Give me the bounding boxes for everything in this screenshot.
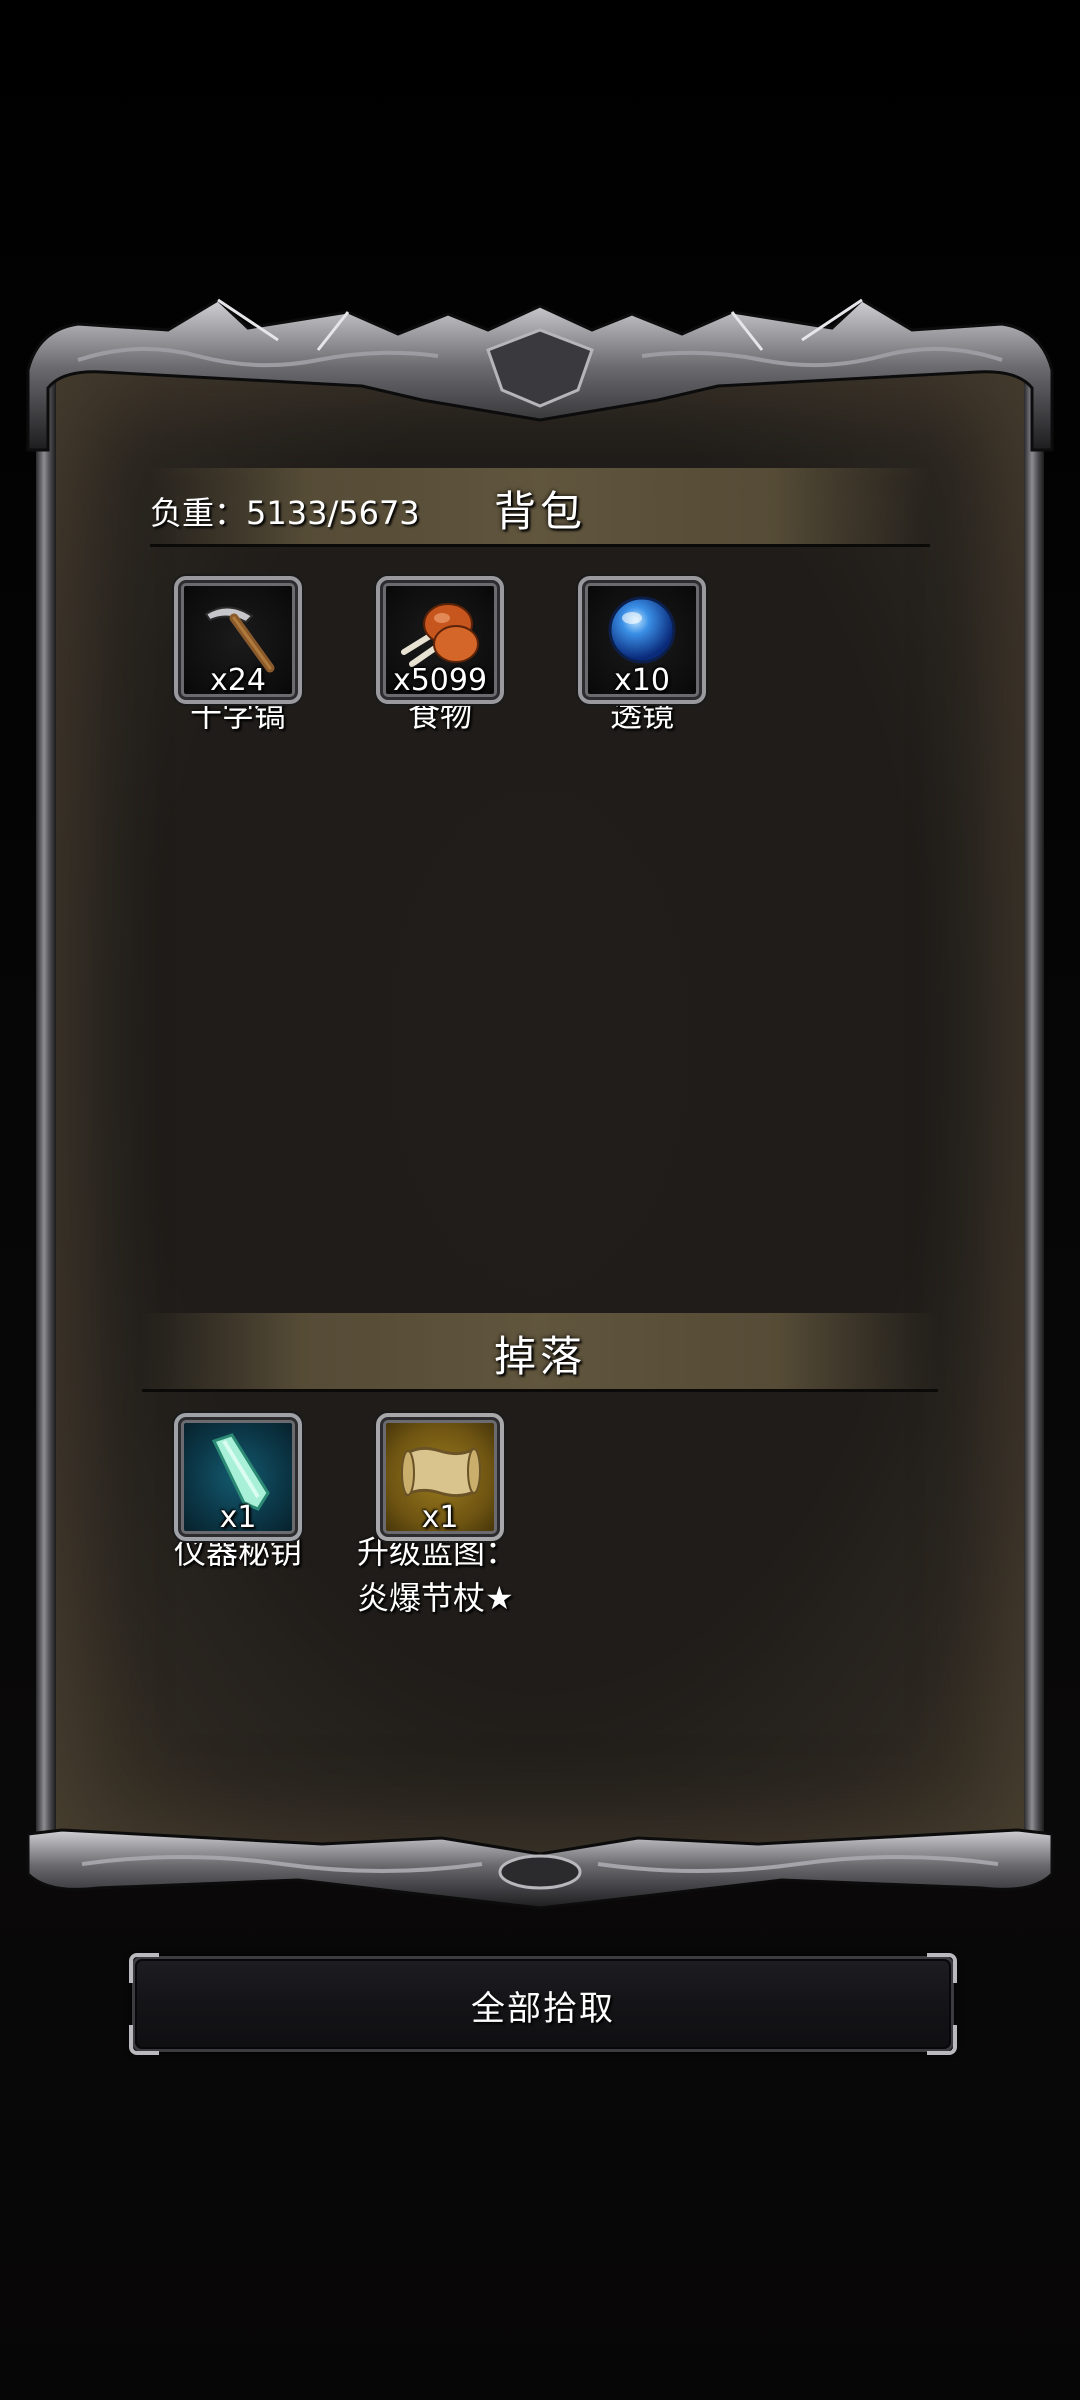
ornate-frame-bottom <box>26 1828 1054 1910</box>
pickup-all-button[interactable]: 全部拾取 <box>129 1953 957 2055</box>
pickup-all-label: 全部拾取 <box>471 1989 615 2029</box>
item-slot[interactable]: x1 <box>376 1413 504 1541</box>
item-slot[interactable]: x1 <box>174 1413 302 1541</box>
item-slot[interactable]: x10 <box>578 576 706 704</box>
frame-left-border <box>36 380 56 1840</box>
item-count: x5099 <box>392 663 488 698</box>
ornate-frame-top <box>26 298 1054 452</box>
item-count: x24 <box>210 663 266 698</box>
item-slot[interactable]: x24 <box>174 576 302 704</box>
button-corner-ornament <box>927 1953 957 1983</box>
item-count: x1 <box>421 1500 459 1535</box>
drop-item-instrument-key[interactable]: x1 仪器秘钥 <box>168 1413 308 1575</box>
drops-title: 掉落 <box>493 1332 586 1381</box>
drops-header: 掉落 <box>142 1313 938 1392</box>
backpack-item-food[interactable]: x5099 食物 <box>370 576 510 738</box>
item-name-line2: 炎爆节杖★ <box>357 1579 514 1617</box>
backpack-title: 背包 <box>493 487 586 536</box>
backpack-item-lens[interactable]: x10 透镜 <box>572 576 712 738</box>
button-corner-ornament <box>129 1953 159 1983</box>
backpack-item-pickaxe[interactable]: x24 十字镐 <box>168 576 308 738</box>
item-slot[interactable]: x5099 <box>376 576 504 704</box>
drop-item-blueprint[interactable]: x1 升级蓝图： 炎爆节杖★ <box>355 1413 525 1621</box>
item-count: x1 <box>219 1500 257 1535</box>
item-count: x10 <box>614 663 670 698</box>
frame-right-border <box>1024 380 1044 1840</box>
backpack-header: 负重：5133/5673 背包 <box>150 468 930 547</box>
